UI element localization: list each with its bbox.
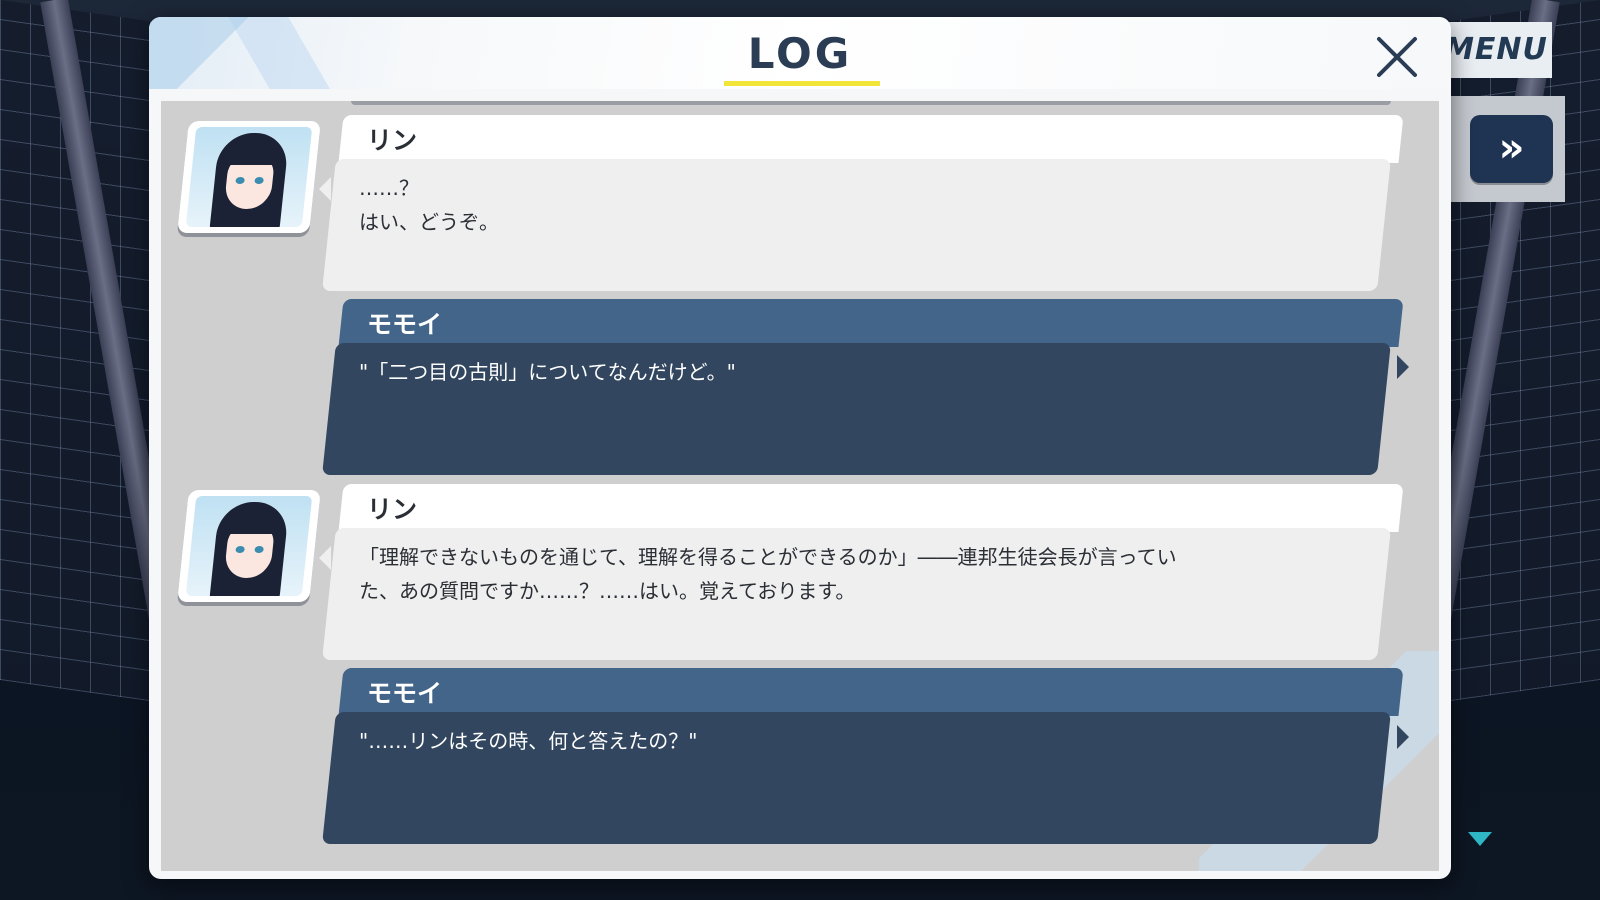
speaker-name: リン: [367, 126, 418, 155]
message-text: ……？ はい、どうぞ。: [359, 176, 499, 234]
speaker-name-bar: [338, 668, 1404, 716]
avatar-portrait: [185, 127, 313, 227]
log-header: LOG: [149, 17, 1451, 89]
title-underline: [724, 81, 880, 86]
speech-pointer: [319, 177, 331, 201]
speaker-name-bar: [338, 115, 1404, 163]
log-title: LOG: [747, 29, 853, 78]
avatar: [177, 121, 321, 233]
speaker-name: モモイ: [367, 310, 443, 339]
speech-pointer: [1397, 725, 1409, 749]
menu-button[interactable]: MENU: [1440, 22, 1552, 78]
speaker-name: モモイ: [367, 679, 443, 708]
log-list[interactable]: リン ……？ はい、どうぞ。 モモイ "「二つ目の古則」についてなんだけど。" …: [161, 101, 1439, 871]
speech-pointer: [319, 546, 331, 570]
avatar: [177, 490, 321, 602]
close-icon[interactable]: [1371, 31, 1423, 83]
speaker-name-bar: [338, 299, 1404, 347]
fast-forward-icon[interactable]: »: [1470, 115, 1553, 183]
log-window: LOG リン ……？ はい、どうぞ。 モモイ "「二つ目の古則」についてなんだけ…: [149, 17, 1451, 879]
log-entry: リン ……？ はい、どうぞ。: [161, 101, 1439, 291]
log-entry: リン 「理解できないものを通じて、理解を得ることができるのか」――連邦生徒会長が…: [161, 470, 1439, 660]
speech-pointer: [1397, 355, 1409, 379]
message-text: "……リンはその時、何と答えたの？": [359, 729, 698, 753]
message-text: "「二つ目の古則」についてなんだけど。": [359, 360, 736, 384]
scroll-down-icon[interactable]: [1468, 832, 1492, 846]
log-entry: モモイ "「二つ目の古則」についてなんだけど。": [161, 285, 1439, 475]
speaker-name-bar: [338, 484, 1404, 532]
log-entry: モモイ "……リンはその時、何と答えたの？": [161, 654, 1439, 844]
avatar-portrait: [185, 496, 313, 596]
message-text: 「理解できないものを通じて、理解を得ることができるのか」――連邦生徒会長が言って…: [359, 545, 1177, 603]
speaker-name: リン: [367, 495, 418, 524]
